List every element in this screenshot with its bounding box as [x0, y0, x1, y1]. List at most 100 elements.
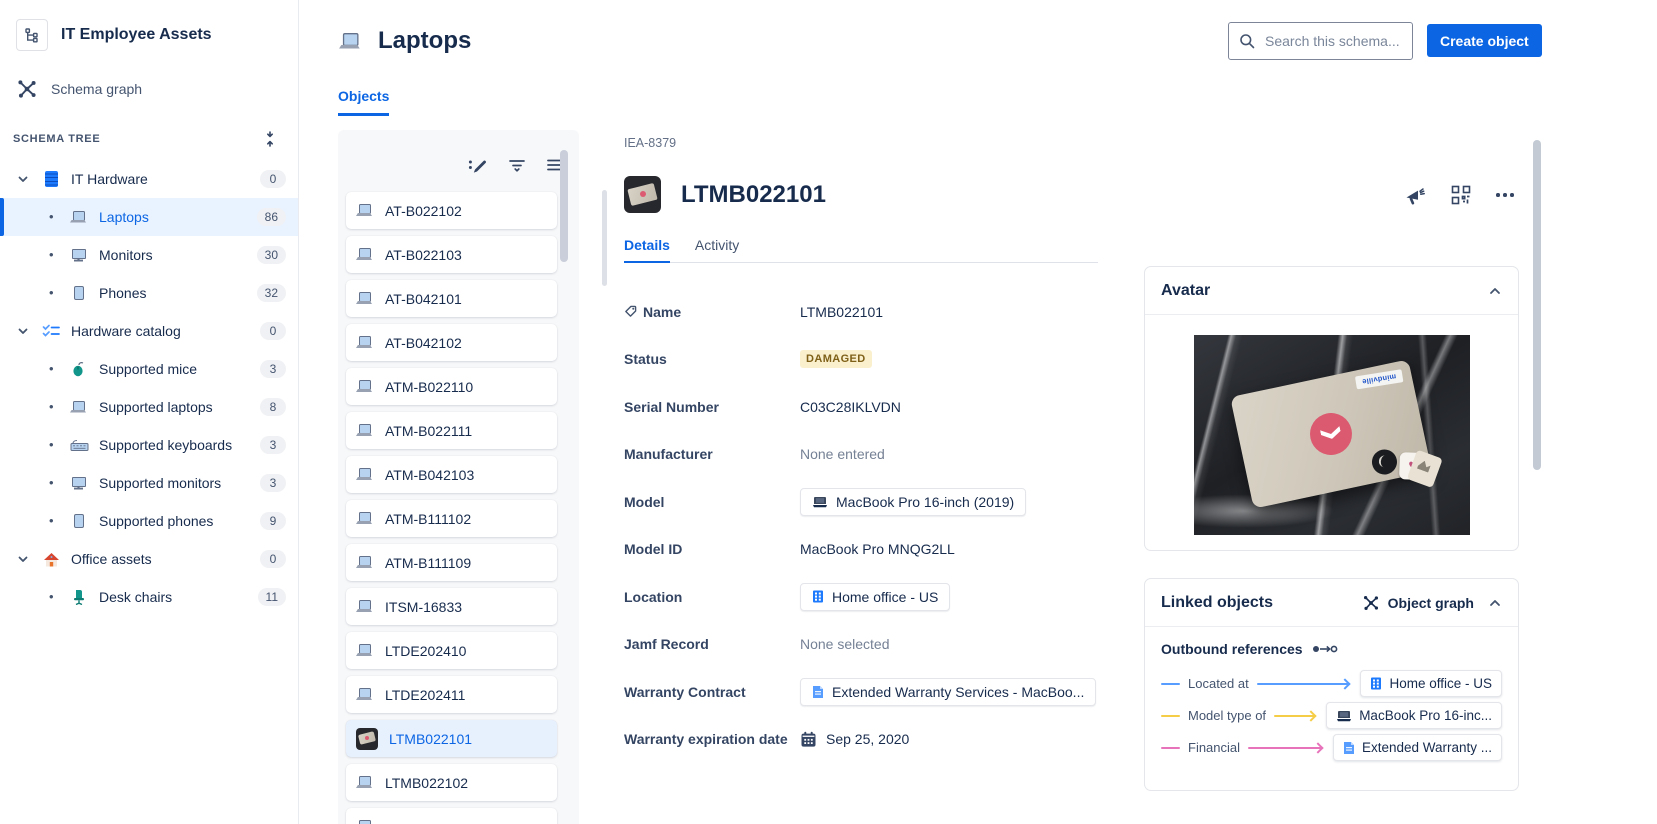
avatar-photo: mindville — [1194, 335, 1470, 535]
field-value[interactable]: LTMB022101 — [800, 304, 883, 320]
object-list-item[interactable]: ATM-B111109 — [346, 544, 557, 581]
field-value-empty[interactable]: None entered — [800, 446, 885, 462]
object-list-item[interactable]: ATM-B042103 — [346, 456, 557, 493]
object-list-item[interactable]: LTMB022102 — [346, 764, 557, 801]
sidebar-item-supported-mice[interactable]: Supported mice 3 — [0, 350, 298, 388]
object-avatar-thumbnail — [356, 728, 378, 750]
object-list-item-selected[interactable]: LTMB022101 — [346, 720, 557, 757]
count-badge: 3 — [260, 360, 286, 378]
relation-arrow — [1274, 715, 1314, 717]
detail-tabs: Details Activity — [624, 237, 1098, 263]
outbound-reference-row: Model type of MacBook Pro 16-inc... — [1161, 702, 1502, 729]
sidebar-item-label: Supported keyboards — [99, 437, 260, 453]
tab-details[interactable]: Details — [624, 237, 670, 263]
tab-activity[interactable]: Activity — [695, 237, 739, 262]
sidebar-item-monitors[interactable]: Monitors 30 — [0, 236, 298, 274]
tab-objects[interactable]: Objects — [338, 88, 389, 116]
count-badge: 11 — [258, 588, 286, 606]
object-graph-link[interactable]: Object graph — [1362, 594, 1474, 612]
sidebar-item-supported-keyboards[interactable]: Supported keyboards 3 — [0, 426, 298, 464]
chevron-down-icon[interactable] — [17, 325, 31, 337]
laptop-icon — [356, 644, 374, 657]
laptop-icon — [356, 380, 374, 393]
monitor-icon — [69, 477, 89, 490]
object-list-item[interactable]: ITSM-16833 — [346, 588, 557, 625]
sidebar-item-office-assets[interactable]: Office assets 0 — [0, 540, 298, 578]
chevron-down-icon[interactable] — [17, 173, 31, 185]
linked-objects-body: Outbound references Located at Home offi… — [1145, 627, 1518, 761]
laptop-icon — [356, 776, 374, 789]
referenced-object-chip[interactable]: Extended Warranty ... — [1333, 734, 1502, 761]
chevron-down-icon[interactable] — [17, 553, 31, 565]
laptop-icon — [339, 35, 363, 48]
field-value[interactable]: C03C28IKLVDN — [800, 399, 901, 415]
sidebar-item-laptops[interactable]: Laptops 86 — [0, 198, 298, 236]
object-list-item[interactable]: AT-B022102 — [346, 192, 557, 229]
mouse-icon — [69, 361, 89, 377]
model-reference-chip[interactable]: MacBook Pro 16-inch (2019) — [800, 488, 1026, 516]
field-row-model-id: Model ID MacBook Pro MNQG2LL — [624, 526, 1114, 574]
referenced-object-chip[interactable]: MacBook Pro 16-inc... — [1326, 702, 1502, 729]
warranty-contract-chip[interactable]: Extended Warranty Services - MacBoo... — [800, 678, 1096, 706]
object-list-item[interactable]: ATM-B022111 — [346, 412, 557, 449]
search-input[interactable] — [1263, 32, 1402, 50]
sidebar-item-label: Supported laptops — [99, 399, 260, 415]
object-title: LTMB022101 — [681, 181, 826, 209]
object-list-item-partial[interactable] — [346, 808, 557, 824]
schema-graph-link[interactable]: Schema graph — [0, 78, 298, 100]
bullet-icon — [49, 208, 57, 226]
count-badge: 9 — [260, 512, 286, 530]
status-badge[interactable]: DAMAGED — [800, 350, 872, 368]
chevron-up-icon[interactable] — [1488, 596, 1502, 610]
object-list-item[interactable]: AT-B042101 — [346, 280, 557, 317]
field-value[interactable]: Sep 25, 2020 — [826, 731, 909, 747]
sidebar-item-supported-laptops[interactable]: Supported laptops 8 — [0, 388, 298, 426]
object-key: IEA-8379 — [624, 136, 676, 150]
field-row-manufacturer: Manufacturer None entered — [624, 431, 1114, 479]
document-icon — [812, 685, 824, 699]
count-badge: 32 — [257, 284, 286, 302]
schema-search[interactable] — [1228, 22, 1413, 60]
bulk-edit-icon[interactable] — [468, 157, 487, 174]
referenced-object-chip[interactable]: Home office - US — [1360, 670, 1502, 697]
object-list-scrollbar[interactable] — [560, 150, 568, 262]
field-row-location: Location Home office - US — [624, 573, 1114, 621]
relation-arrow — [1248, 747, 1321, 749]
object-list-item[interactable]: LTDE202411 — [346, 676, 557, 713]
object-list-item[interactable]: AT-B022103 — [346, 236, 557, 273]
field-row-status: Status DAMAGED — [624, 336, 1114, 384]
more-actions-icon[interactable] — [1496, 185, 1514, 205]
sidebar-item-label: Supported phones — [99, 513, 260, 529]
sidebar-item-hardware-catalog[interactable]: Hardware catalog 0 — [0, 312, 298, 350]
page-scrollbar[interactable] — [1533, 140, 1541, 470]
count-badge: 0 — [260, 322, 286, 340]
object-list-item[interactable]: ATM-B111102 — [346, 500, 557, 537]
chevron-up-icon[interactable] — [1488, 284, 1502, 298]
laptop-icon — [356, 820, 374, 824]
document-icon — [1343, 741, 1355, 755]
object-list-item[interactable]: LTDE202410 — [346, 632, 557, 669]
details-scrollbar[interactable] — [602, 190, 607, 286]
sidebar-item-supported-phones[interactable]: Supported phones 9 — [0, 502, 298, 540]
sidebar-item-it-hardware[interactable]: IT Hardware 0 — [0, 160, 298, 198]
create-object-button[interactable]: Create object — [1427, 24, 1542, 57]
megaphone-icon[interactable] — [1404, 186, 1426, 205]
qr-code-icon[interactable] — [1451, 185, 1471, 205]
calendar-icon — [800, 731, 817, 748]
sidebar-item-supported-monitors[interactable]: Supported monitors 3 — [0, 464, 298, 502]
linked-objects-card: Linked objects Object graph Outbound ref… — [1144, 578, 1519, 791]
field-value-empty[interactable]: None selected — [800, 636, 890, 652]
object-list-item[interactable]: ATM-B022110 — [346, 368, 557, 405]
laptop-icon — [356, 292, 374, 305]
bullet-icon — [49, 284, 57, 302]
schema-title: IT Employee Assets — [61, 26, 212, 44]
collapse-subtree-icon[interactable] — [264, 131, 276, 147]
relation-label: Model type of — [1188, 708, 1266, 723]
sidebar-item-desk-chairs[interactable]: Desk chairs 11 — [0, 578, 298, 616]
sidebar-item-phones[interactable]: Phones 32 — [0, 274, 298, 312]
location-reference-chip[interactable]: Home office - US — [800, 583, 950, 611]
object-list-item[interactable]: AT-B042102 — [346, 324, 557, 361]
avatar-card-header: Avatar — [1145, 267, 1518, 315]
filter-icon[interactable] — [508, 157, 526, 173]
field-value[interactable]: MacBook Pro MNQG2LL — [800, 541, 955, 557]
